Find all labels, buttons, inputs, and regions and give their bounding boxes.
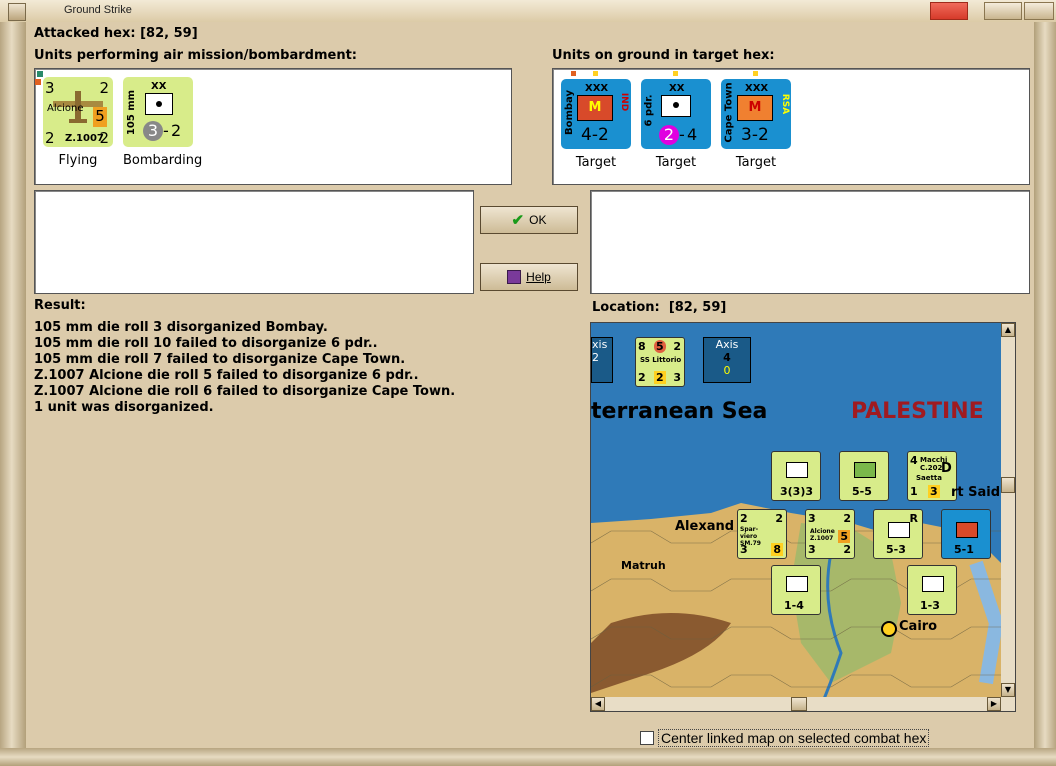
result-line: 105 mm die roll 7 failed to disorganize …	[34, 352, 406, 367]
close-button[interactable]	[930, 2, 968, 20]
mech-infantry-icon: M	[577, 95, 613, 121]
result-line: Z.1007 Alcione die roll 6 failed to diso…	[34, 384, 456, 399]
map-vertical-scrollbar[interactable]: ▲ ▼	[1001, 323, 1015, 697]
unit-caption: Flying	[58, 153, 98, 168]
status-marker	[35, 79, 41, 85]
attacker-info-panel	[34, 190, 474, 294]
restore-button[interactable]	[984, 2, 1022, 20]
ok-button[interactable]: ✔ OK	[480, 206, 578, 234]
unit-counter-105mm[interactable]: 105 mm XX 3 - 2 Bombarding	[123, 77, 202, 168]
unit-caption: Target	[655, 155, 697, 170]
book-icon	[507, 270, 522, 284]
map-horizontal-scrollbar[interactable]: ◀ ▶	[591, 697, 1015, 711]
scroll-thumb[interactable]	[791, 697, 807, 711]
map-unit-alcione[interactable]: 3 2 Alcione Z.1007 5 3 2	[805, 509, 855, 559]
city-label: rt Said	[951, 485, 1001, 500]
map-unit-allied-target[interactable]: 5-1	[941, 509, 991, 559]
help-button[interactable]: Help	[480, 263, 578, 291]
frame-left	[0, 22, 26, 766]
map-unit-littorio[interactable]: 8 5 2 SS Littorio 2 2 3	[635, 337, 685, 387]
center-map-checkbox[interactable]	[640, 731, 654, 745]
antitank-symbol-icon	[661, 95, 691, 117]
axis-summary-partial: xis 2	[591, 337, 613, 383]
status-marker	[37, 71, 43, 77]
map-unit-infantry[interactable]: 1-4	[771, 565, 821, 615]
map-unit-sparviero[interactable]: 2 2 Spar-viero SM.79 3 8	[737, 509, 787, 559]
title-bar	[0, 0, 1056, 23]
map-unit-italian-stack[interactable]: 3(3)3	[771, 451, 821, 501]
location-label: Location: [82, 59]	[592, 300, 727, 315]
unit-counter-bombay[interactable]: Bombay XXX M IND 4-2 Target	[561, 71, 631, 170]
city-label: Alexand	[675, 519, 735, 534]
scroll-down-button[interactable]: ▼	[1001, 683, 1015, 697]
map-unit-infantry[interactable]: 1-3	[907, 565, 957, 615]
result-line: 1 unit was disorganized.	[34, 400, 214, 415]
unit-caption: Target	[735, 155, 777, 170]
unit-counter-cape-town[interactable]: Cape Town XXX M RSA 3-2 Target	[721, 71, 791, 170]
map-sea-label: terranean Sea	[591, 399, 768, 424]
scroll-right-button[interactable]: ▶	[987, 697, 1001, 711]
location-value: [82, 59]	[668, 300, 727, 315]
window-menu-icon[interactable]	[8, 3, 26, 21]
defender-info-panel	[590, 190, 1030, 294]
artillery-symbol-icon	[145, 93, 173, 115]
attacked-hex-label: Attacked hex: [82, 59]	[34, 26, 198, 41]
axis-summary-box: Axis 4 0	[703, 337, 751, 383]
scroll-up-button[interactable]: ▲	[1001, 323, 1015, 337]
frame-bottom	[0, 748, 1056, 766]
scroll-thumb[interactable]	[1001, 477, 1015, 493]
result-line: 105 mm die roll 10 failed to disorganize…	[34, 336, 378, 351]
unit-caption: Target	[575, 155, 617, 170]
result-line: Z.1007 Alcione die roll 5 failed to diso…	[34, 368, 419, 383]
ground-units-panel: Bombay XXX M IND 4-2 Target 6 pdr. XX 2 …	[552, 68, 1030, 185]
location-map[interactable]: xis 2 Axis 4 0 8 5 2 SS Littorio 2 2 3 terr…	[590, 322, 1016, 712]
air-units-label: Units performing air mission/bombardment…	[34, 48, 358, 63]
result-label: Result:	[34, 298, 86, 313]
unit-caption: Bombarding	[123, 153, 203, 168]
map-unit-macchi[interactable]: 4 Macchi C.202 Saetta 1 3	[907, 451, 957, 501]
map-unit-armor[interactable]: 5-5	[839, 451, 889, 501]
result-line: 105 mm die roll 3 disorganized Bombay.	[34, 320, 328, 335]
maximize-button[interactable]	[1024, 2, 1054, 20]
ground-units-label: Units on ground in target hex:	[552, 48, 775, 63]
unit-counter-6pdr[interactable]: 6 pdr. XX 2 - 4 Target	[641, 71, 711, 170]
dialog-content: Attacked hex: [82, 59] Units performing …	[26, 22, 1034, 748]
map-unit-mech[interactable]: R 5-3	[873, 509, 923, 559]
unit-counter-alcione[interactable]: 3 2 Alcione 5 Z.1007 2 2 Flying	[35, 71, 113, 168]
city-label: D	[941, 461, 952, 476]
map-region-label: PALESTINE	[851, 399, 984, 424]
frame-right	[1034, 22, 1056, 766]
scroll-left-button[interactable]: ◀	[591, 697, 605, 711]
mech-infantry-icon: M	[737, 95, 773, 121]
air-units-panel: 3 2 Alcione 5 Z.1007 2 2 Flying 105 mm X…	[34, 68, 512, 185]
window-title: Ground Strike	[64, 4, 132, 16]
center-map-checkbox-label[interactable]: Center linked map on selected combat hex	[658, 729, 930, 747]
checkmark-icon: ✔	[511, 212, 525, 229]
city-label: Cairo	[899, 619, 938, 634]
attacked-hex-value: [82, 59]	[140, 26, 198, 41]
city-marker-icon	[881, 621, 897, 637]
city-label: Matruh	[621, 559, 666, 572]
